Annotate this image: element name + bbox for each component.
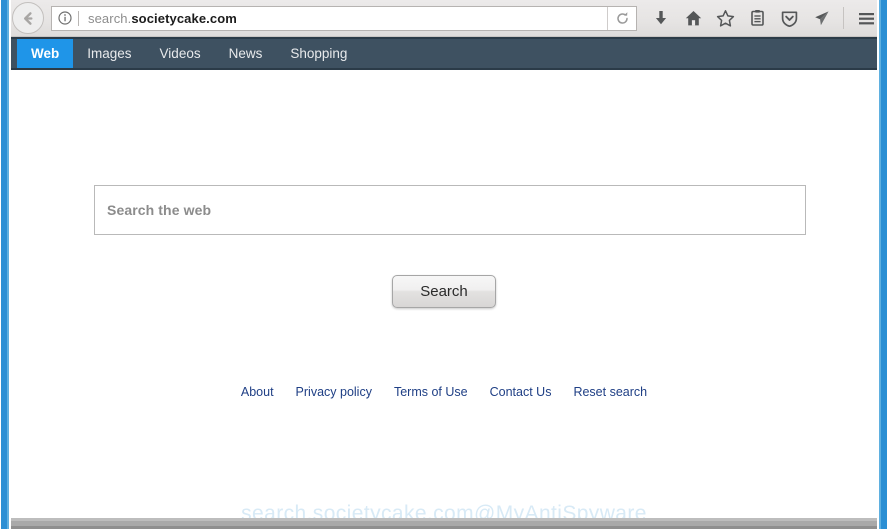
url-text[interactable]: search.societycake.com <box>79 11 607 26</box>
pocket-shield-icon[interactable] <box>773 0 805 37</box>
nav-tab-news[interactable]: News <box>215 39 277 68</box>
footer-link-terms-of-use[interactable]: Terms of Use <box>394 385 468 399</box>
site-navigation-bar: Web Images Videos News Shopping <box>11 37 877 70</box>
browser-toolbar: search.societycake.com <box>0 0 888 37</box>
url-domain: societycake.com <box>131 10 237 26</box>
url-prefix: search. <box>88 10 132 26</box>
footer-links: About Privacy policy Terms of Use Contac… <box>11 385 877 399</box>
hamburger-menu-icon[interactable] <box>850 0 882 37</box>
frame-strip-left <box>0 0 11 529</box>
browser-window: search.societycake.com Web Images Videos… <box>0 0 888 529</box>
downloads-icon[interactable] <box>645 0 677 37</box>
library-icon[interactable] <box>741 0 773 37</box>
search-button[interactable]: Search <box>392 275 496 308</box>
nav-tab-web[interactable]: Web <box>17 39 74 68</box>
url-bar[interactable]: search.societycake.com <box>51 5 637 31</box>
search-input[interactable]: Search the web <box>94 185 806 235</box>
watermark-text: search.societycake.com@MyAntiSpyware <box>241 502 647 525</box>
toolbar-divider <box>843 7 844 29</box>
back-button[interactable] <box>12 2 44 34</box>
toolbar-icon-group <box>645 0 888 36</box>
footer-link-about[interactable]: About <box>241 385 274 399</box>
send-tab-icon[interactable] <box>805 0 837 37</box>
footer-link-contact-us[interactable]: Contact Us <box>490 385 552 399</box>
home-icon[interactable] <box>677 0 709 37</box>
footer-link-privacy-policy[interactable]: Privacy policy <box>296 385 372 399</box>
search-input-placeholder: Search the web <box>107 202 212 218</box>
info-circle-icon[interactable] <box>52 11 78 25</box>
nav-tab-videos[interactable]: Videos <box>146 39 215 68</box>
nav-tab-shopping[interactable]: Shopping <box>276 39 361 68</box>
footer-link-reset-search[interactable]: Reset search <box>573 385 647 399</box>
bookmark-star-icon[interactable] <box>709 0 741 37</box>
page-content: Search the web Search About Privacy poli… <box>11 70 877 525</box>
nav-tab-images[interactable]: Images <box>73 39 145 68</box>
frame-strip-right <box>877 0 888 529</box>
reload-button[interactable] <box>607 6 636 30</box>
